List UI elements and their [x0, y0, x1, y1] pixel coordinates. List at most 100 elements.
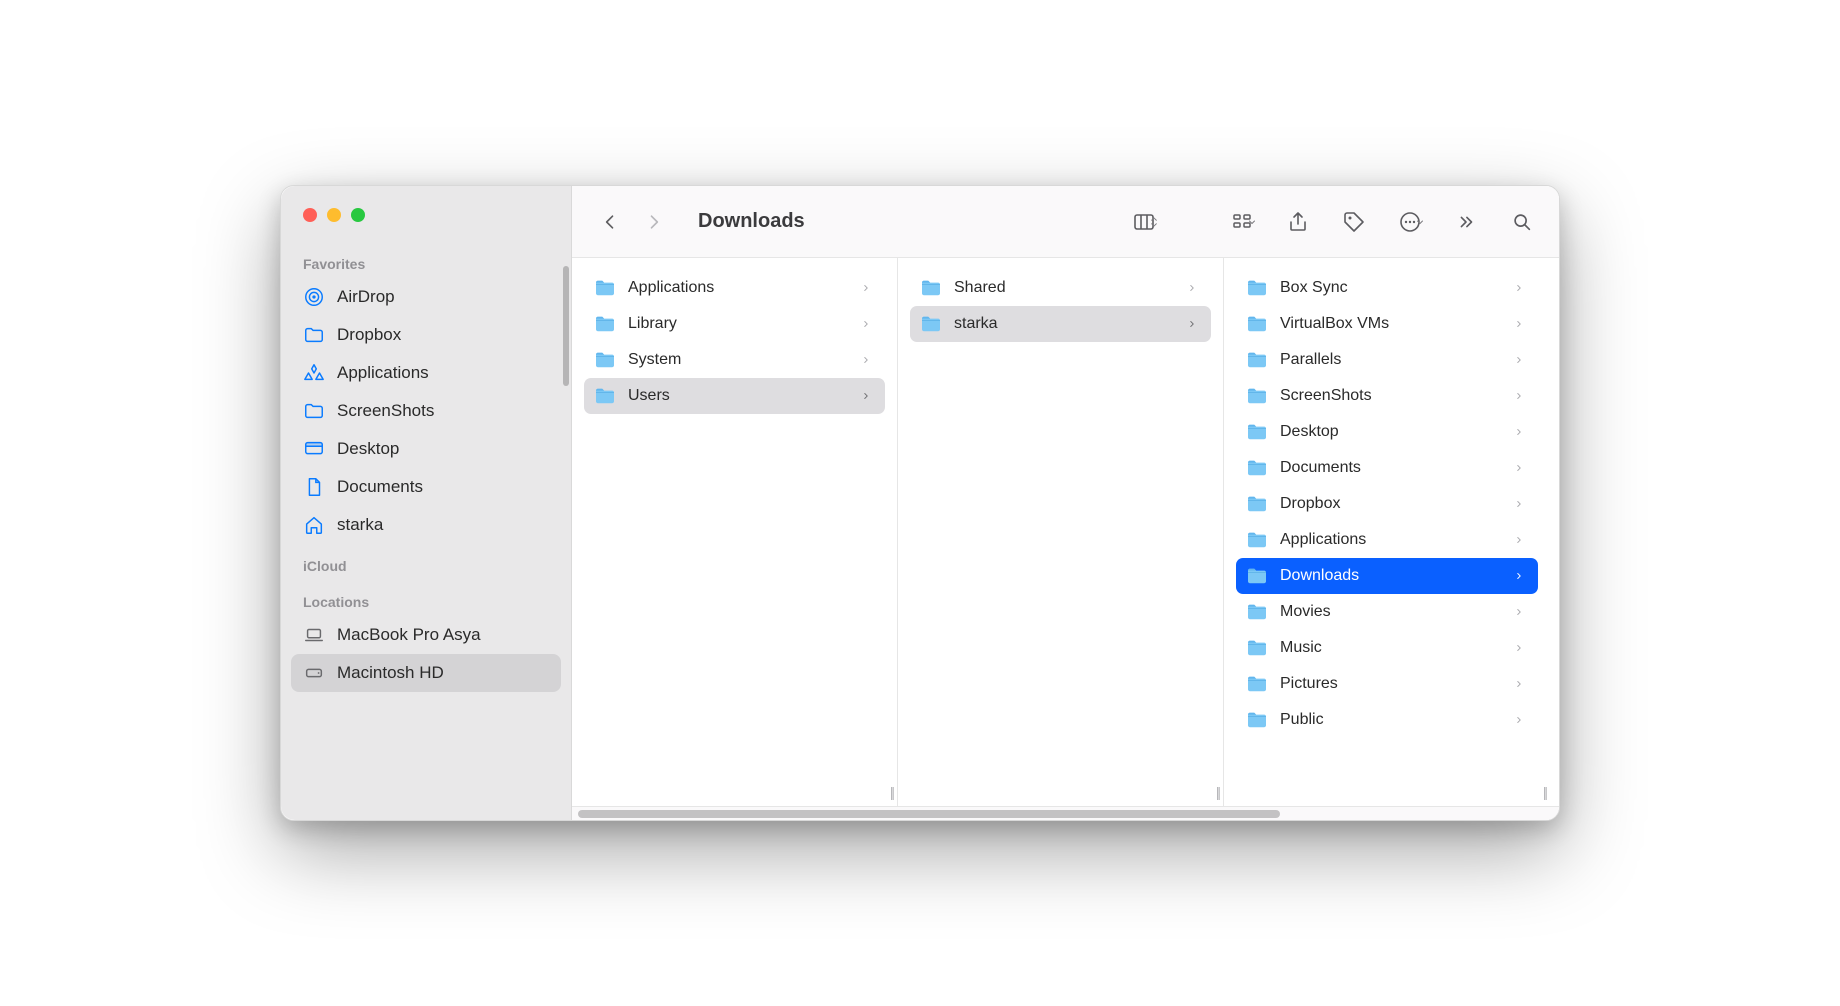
file-row[interactable]: Pictures [1236, 666, 1538, 702]
sidebar-content: Favorites AirDrop Dropbox Applications S… [281, 240, 571, 820]
toolbar: Downloads [572, 186, 1559, 258]
sidebar-item[interactable]: Applications [291, 354, 561, 392]
file-row[interactable]: ScreenShots [1236, 378, 1538, 414]
tags-button[interactable] [1337, 205, 1371, 239]
file-label: Movies [1280, 603, 1502, 621]
sidebar-item[interactable]: Desktop [291, 430, 561, 468]
search-button[interactable] [1505, 205, 1539, 239]
file-label: Public [1280, 711, 1502, 729]
file-row[interactable]: Shared [910, 270, 1211, 306]
column-view: Applications Library System Users [572, 258, 1559, 806]
chevron-right-icon [1514, 318, 1528, 330]
folder-icon [594, 386, 616, 406]
file-row[interactable]: Dropbox [1236, 486, 1538, 522]
chevron-right-icon [1514, 282, 1528, 294]
sidebar-item-label: ScreenShots [337, 401, 434, 421]
chevron-right-icon [1514, 534, 1528, 546]
file-row[interactable]: System [584, 342, 885, 378]
sidebar-item[interactable]: Dropbox [291, 316, 561, 354]
file-label: Applications [1280, 531, 1502, 549]
window-title: Downloads [698, 210, 805, 233]
file-row[interactable]: Desktop [1236, 414, 1538, 450]
column-resize-handle[interactable]: || [1216, 784, 1219, 800]
folder-icon [1246, 530, 1268, 550]
sidebar-item-label: Applications [337, 363, 429, 383]
file-label: ScreenShots [1280, 387, 1502, 405]
folder-icon [1246, 638, 1268, 658]
file-row[interactable]: Box Sync [1236, 270, 1538, 306]
sidebar-section-title: iCloud [291, 544, 561, 580]
file-label: starka [954, 315, 1175, 333]
toolbar-overflow-button[interactable] [1449, 205, 1483, 239]
file-label: Box Sync [1280, 279, 1502, 297]
browser-column: Applications Library System Users [572, 258, 898, 806]
chevron-right-icon [1514, 678, 1528, 690]
chevron-right-icon [1187, 282, 1201, 294]
folder-icon [1246, 566, 1268, 586]
folder-icon [1246, 494, 1268, 514]
folder-icon [303, 400, 325, 422]
share-button[interactable] [1281, 205, 1315, 239]
file-row[interactable]: Documents [1236, 450, 1538, 486]
folder-icon [920, 314, 942, 334]
chevron-right-icon [1514, 714, 1528, 726]
sidebar-item[interactable]: starka [291, 506, 561, 544]
sidebar-scrollbar[interactable] [563, 266, 569, 386]
file-row[interactable]: VirtualBox VMs [1236, 306, 1538, 342]
sidebar-item[interactable]: MacBook Pro Asya [291, 616, 561, 654]
sidebar-item[interactable]: AirDrop [291, 278, 561, 316]
fullscreen-window-button[interactable] [351, 208, 365, 222]
column-resize-handle[interactable]: || [1543, 784, 1546, 800]
file-row[interactable]: Public [1236, 702, 1538, 738]
file-row[interactable]: Parallels [1236, 342, 1538, 378]
folder-icon [1246, 386, 1268, 406]
sidebar-item[interactable]: Documents [291, 468, 561, 506]
folder-icon [1246, 602, 1268, 622]
doc-icon [303, 476, 325, 498]
browser-column: Shared starka || [898, 258, 1224, 806]
folder-icon [594, 350, 616, 370]
file-row[interactable]: Music [1236, 630, 1538, 666]
file-label: VirtualBox VMs [1280, 315, 1502, 333]
finder-window: Favorites AirDrop Dropbox Applications S… [280, 185, 1560, 821]
home-icon [303, 514, 325, 536]
file-label: Documents [1280, 459, 1502, 477]
file-label: Downloads [1280, 567, 1502, 585]
file-row[interactable]: Library [584, 306, 885, 342]
column-resize-handle[interactable]: || [890, 784, 893, 800]
back-button[interactable] [592, 204, 628, 240]
minimize-window-button[interactable] [327, 208, 341, 222]
main-pane: Downloads [571, 186, 1559, 820]
file-label: Parallels [1280, 351, 1502, 369]
sidebar-item[interactable]: ScreenShots [291, 392, 561, 430]
chevron-right-icon [1514, 462, 1528, 474]
file-row[interactable]: Applications [584, 270, 885, 306]
view-mode-chevron-icon[interactable] [1147, 215, 1161, 229]
chevron-right-icon [1514, 606, 1528, 618]
file-row[interactable]: Movies [1236, 594, 1538, 630]
folder-icon [1246, 710, 1268, 730]
horizontal-scrollbar-thumb[interactable] [578, 810, 1280, 818]
actions-chevron-icon[interactable] [1413, 216, 1427, 228]
folder-icon [1246, 458, 1268, 478]
chevron-right-icon [861, 282, 875, 294]
chevron-right-icon [1514, 642, 1528, 654]
sidebar-item-label: Desktop [337, 439, 399, 459]
file-row[interactable]: Applications [1236, 522, 1538, 558]
horizontal-scrollbar-track[interactable] [572, 806, 1559, 820]
forward-button[interactable] [636, 204, 672, 240]
sidebar-item-label: Documents [337, 477, 423, 497]
group-by-chevron-icon[interactable] [1245, 216, 1259, 228]
file-row[interactable]: starka [910, 306, 1211, 342]
chevron-right-icon [1514, 354, 1528, 366]
folder-icon [303, 324, 325, 346]
folder-icon [1246, 314, 1268, 334]
file-row[interactable]: Downloads [1236, 558, 1538, 594]
file-row[interactable]: Users [584, 378, 885, 414]
disk-icon [303, 662, 325, 684]
sidebar-item[interactable]: Macintosh HD [291, 654, 561, 692]
file-label: Users [628, 387, 849, 405]
sidebar-section-title: Locations [291, 580, 561, 616]
laptop-icon [303, 624, 325, 646]
close-window-button[interactable] [303, 208, 317, 222]
